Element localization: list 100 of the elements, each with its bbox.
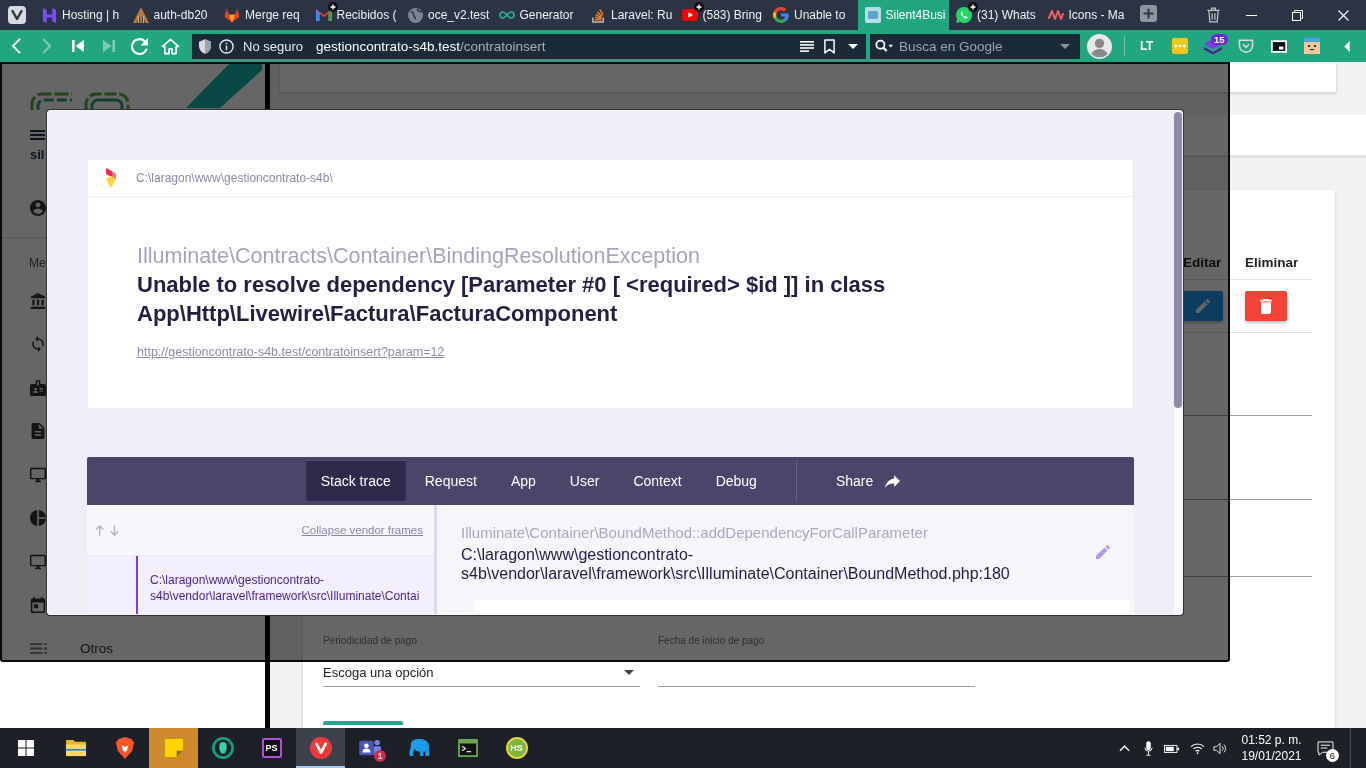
- tower-icon: [132, 7, 149, 23]
- section-tab[interactable]: User: [554, 461, 615, 501]
- taskbar-button[interactable]: 1: [345, 728, 394, 768]
- pixel-face-icon[interactable]: [1303, 38, 1320, 54]
- folder-icon: [64, 739, 87, 757]
- v-logo-icon[interactable]: [8, 6, 26, 24]
- h-mark-icon: [41, 7, 57, 23]
- info-icon[interactable]: [219, 38, 234, 54]
- app-logo: HS: [505, 737, 528, 759]
- user-icon[interactable]: [30, 200, 46, 216]
- list-icon: [30, 643, 47, 655]
- shield-icon: [114, 737, 135, 759]
- wifi-icon[interactable]: [1189, 742, 1205, 754]
- speaker-icon[interactable]: [1213, 741, 1227, 755]
- share-button[interactable]: Share: [820, 461, 916, 501]
- browser-tab[interactable]: Laravel: Ru: [583, 0, 675, 30]
- app-logo: PS: [261, 738, 282, 758]
- dots-tile-icon[interactable]: [1171, 38, 1188, 54]
- count-badge: 6: [1326, 749, 1339, 762]
- app-path: C:\laragon\www\gestioncontrato-s4b\: [136, 171, 333, 185]
- home-icon[interactable]: [161, 37, 180, 55]
- microphone-icon[interactable]: [1143, 740, 1153, 756]
- search-icon[interactable]: [875, 38, 893, 54]
- address-field[interactable]: No seguro gestioncontrato-s4b.test/contratoinsert: [192, 33, 866, 59]
- back-icon[interactable]: [10, 38, 21, 54]
- chat-bubble-icon: [956, 7, 972, 23]
- browser-tab[interactable]: Unable to: [766, 0, 858, 30]
- select-field[interactable]: Escoga una opción: [323, 659, 640, 687]
- g-letter-icon: [773, 7, 789, 23]
- terminal-icon: [457, 739, 478, 757]
- browser-tab[interactable]: auth-db20: [125, 0, 217, 30]
- pencil-icon: [1196, 299, 1210, 313]
- monitor-icon[interactable]: [30, 553, 46, 570]
- section-tab[interactable]: Request: [409, 461, 492, 501]
- count-badge: 1: [374, 750, 386, 762]
- share-arrow-icon: [885, 474, 901, 488]
- brand-text: sil: [30, 148, 45, 162]
- browser-tab[interactable]: Hosting | h: [34, 0, 126, 30]
- restore-icon[interactable]: [1291, 9, 1303, 21]
- stack-frame[interactable]: C:\laragon\www\gestioncontrato-s4b\vendor\laravel\framework\src\Illuminate\Contai: [87, 556, 434, 614]
- caret-icon[interactable]: [848, 43, 858, 49]
- infinity-icon: [498, 11, 515, 19]
- bookmark-icon[interactable]: [824, 38, 835, 54]
- elephant-icon: [407, 739, 430, 757]
- calendar-icon[interactable]: [30, 597, 46, 614]
- reload-icon[interactable]: [131, 37, 148, 55]
- battery-icon[interactable]: [1164, 742, 1180, 754]
- search-field[interactable]: Busca en Google: [870, 33, 1080, 59]
- ring-logo-icon: [211, 737, 234, 759]
- clock-date[interactable]: 19/01/2021: [1241, 748, 1302, 764]
- section-tab[interactable]: App: [495, 461, 551, 501]
- browser-tab[interactable]: Generator: [491, 0, 583, 30]
- clock-time[interactable]: 01:52 p. m.: [1241, 732, 1302, 748]
- shield-icon: [199, 38, 211, 54]
- picture-in-picture-icon[interactable]: [1270, 39, 1287, 53]
- taskbar-button[interactable]: [296, 728, 345, 768]
- collapse-arrow-icon[interactable]: [1344, 40, 1350, 52]
- tray-stack-icon: [590, 7, 606, 23]
- browser-tab[interactable]: oce_v2.test: [400, 0, 492, 30]
- count-badge: 15: [1211, 34, 1228, 45]
- chevron-up-icon[interactable]: [1118, 744, 1130, 752]
- delete-button[interactable]: [1245, 291, 1287, 321]
- browser-tab[interactable]: (583) Bring: [674, 0, 766, 30]
- exception-class: Illuminate\Contracts\Container\BindingResolutionException: [137, 243, 700, 269]
- section-tab[interactable]: Stack trace: [305, 461, 406, 501]
- play-icon: [681, 9, 698, 21]
- new-tab-icon[interactable]: [1140, 4, 1157, 22]
- sticky-note-icon: [164, 739, 183, 757]
- skip-back-icon[interactable]: [71, 40, 84, 52]
- reader-icon[interactable]: [800, 40, 814, 52]
- error-message: Unable to resolve dependency [Parameter #0 [ <required> $id ]] in class App\Http\Livewire\Factura\FacturaComponent: [137, 271, 887, 328]
- monitor-icon[interactable]: [30, 466, 46, 483]
- section-tab[interactable]: Debug: [700, 461, 772, 501]
- browser-tab[interactable]: Merge req: [217, 0, 309, 30]
- envelope-m-icon: [315, 9, 332, 21]
- trash-icon[interactable]: [1206, 7, 1220, 23]
- square-logo-icon: [864, 7, 881, 23]
- frame-file-path: C:\laragon\www\gestioncontrato-s4b\vendor\laravel\framework\src\Illuminate\Container\BoundMethod.php:180: [461, 545, 1011, 583]
- column-header: Editar: [1183, 254, 1222, 270]
- section-tab[interactable]: Context: [618, 461, 697, 501]
- browser-tab[interactable]: (31) Whats: [949, 0, 1041, 30]
- sync-icon[interactable]: [30, 336, 46, 353]
- column-header: Eliminar: [1245, 254, 1299, 270]
- close-icon[interactable]: [1337, 9, 1349, 21]
- id-badge-icon[interactable]: [30, 379, 46, 396]
- taskbar-button[interactable]: PS: [247, 728, 296, 768]
- browser-tab[interactable]: Recibidos (: [308, 0, 400, 30]
- start-icon[interactable]: [17, 740, 34, 756]
- browser-tab[interactable]: Icons - Ma: [1040, 0, 1132, 30]
- document-icon[interactable]: [30, 423, 46, 440]
- avatar-icon[interactable]: [1087, 33, 1112, 59]
- scrollbar-thumb[interactable]: [1174, 112, 1182, 408]
- fox-head-icon: [224, 7, 240, 23]
- v-logo-icon: [309, 737, 332, 759]
- bank-icon[interactable]: [30, 292, 46, 309]
- pie-chart-icon[interactable]: [30, 510, 46, 527]
- security-label: No seguro: [243, 38, 303, 54]
- people-tile-icon: [358, 739, 381, 757]
- minimize-icon[interactable]: [1245, 14, 1257, 16]
- zigzag-icon: [1047, 10, 1064, 20]
